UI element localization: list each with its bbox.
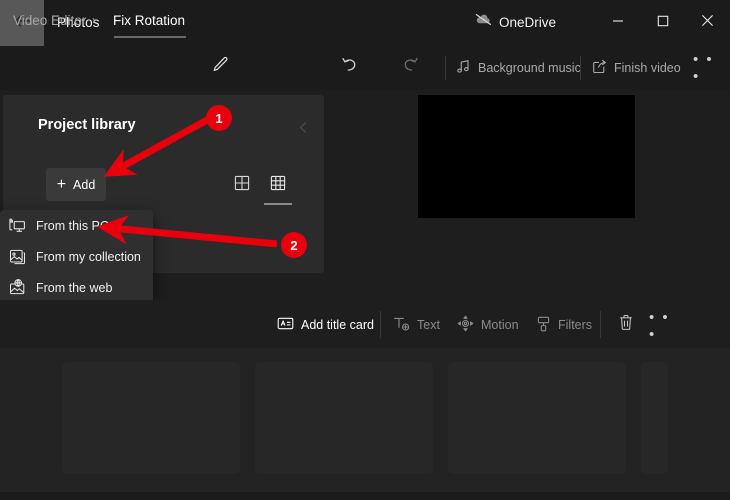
view-large-thumbnails-button[interactable] [228, 171, 256, 199]
onedrive-cloud-offline-icon [475, 13, 492, 31]
minimize-icon [612, 14, 624, 32]
video-surface[interactable] [418, 95, 635, 218]
breadcrumb-underline [114, 36, 186, 38]
background-music-label: Background music [478, 61, 581, 75]
menu-item-from-the-web[interactable]: From the web [0, 272, 153, 303]
onedrive-label: OneDrive [499, 15, 556, 30]
window-controls [595, 0, 730, 46]
add-source-menu: From this PC From my collection [0, 210, 153, 303]
grid-small-icon [270, 175, 286, 196]
rename-project-button[interactable] [205, 52, 235, 82]
breadcrumb-video-editor[interactable]: Video Editor [13, 13, 86, 28]
text-label: Text [417, 318, 440, 332]
undo-icon [340, 56, 359, 80]
command-overflow-button[interactable]: • • • [693, 54, 721, 82]
minimize-button[interactable] [595, 0, 640, 46]
maximize-icon [657, 14, 669, 32]
timeline-divider-2 [600, 311, 601, 338]
pencil-icon [212, 56, 229, 78]
music-note-icon [456, 59, 471, 77]
grid-large-icon [234, 175, 250, 196]
redo-button[interactable] [394, 52, 426, 84]
onedrive-status[interactable]: OneDrive [475, 13, 556, 31]
text-icon [393, 316, 410, 335]
photo-collection-icon [8, 248, 26, 266]
title-bar: Photos OneDrive [0, 0, 730, 46]
add-title-card-label: Add title card [301, 318, 374, 332]
menu-item-from-this-pc[interactable]: From this PC [0, 210, 153, 241]
timeline-divider-1 [380, 311, 381, 338]
filters-label: Filters [558, 318, 592, 332]
motion-icon [457, 315, 474, 335]
timeline-overflow-button[interactable]: • • • [649, 312, 677, 340]
web-image-icon [8, 279, 26, 297]
plus-icon: + [57, 177, 66, 193]
filters-button[interactable]: Filters [536, 314, 592, 336]
command-divider-2 [580, 56, 581, 80]
background-music-button[interactable]: Background music [456, 55, 581, 81]
finish-video-label: Finish video [614, 61, 681, 75]
trash-icon [618, 314, 634, 336]
breadcrumb-current-project[interactable]: Fix Rotation [113, 13, 185, 28]
delete-clip-button[interactable] [613, 312, 639, 338]
motion-label: Motion [481, 318, 519, 332]
storyboard-clip[interactable] [255, 362, 433, 474]
photos-video-editor-window: Photos OneDrive [0, 0, 730, 500]
view-small-thumbnails-button[interactable] [264, 171, 292, 199]
breadcrumb-separator: › [92, 13, 96, 27]
redo-icon [401, 56, 420, 80]
menu-item-label: From this PC [36, 219, 109, 233]
undo-button[interactable] [333, 52, 365, 84]
chevron-left-icon [297, 121, 310, 139]
video-preview-pane: 0:00.00 – 0:00.00 [370, 90, 690, 280]
maximize-button[interactable] [640, 0, 685, 46]
close-button[interactable] [685, 0, 730, 46]
view-small-selected-indicator [264, 203, 292, 205]
storyboard-footer [0, 492, 730, 500]
project-library-title: Project library [38, 117, 136, 133]
storyboard-clip[interactable] [62, 362, 240, 474]
add-button-label: Add [73, 178, 95, 192]
storyboard-clip[interactable] [448, 362, 626, 474]
storyboard-clip[interactable] [641, 362, 668, 474]
close-icon [701, 14, 714, 32]
command-divider-1 [445, 56, 446, 80]
menu-item-label: From my collection [36, 250, 141, 264]
export-share-icon [592, 59, 607, 77]
collapse-library-button[interactable] [290, 117, 316, 143]
title-card-icon [277, 316, 294, 334]
add-button[interactable]: + Add [46, 168, 106, 201]
menu-item-label: From the web [36, 281, 112, 295]
menu-item-from-my-collection[interactable]: From my collection [0, 241, 153, 272]
text-button[interactable]: Text [393, 314, 440, 336]
monitor-pc-icon [8, 217, 26, 235]
finish-video-button[interactable]: Finish video [592, 55, 681, 81]
filters-icon [536, 316, 551, 335]
motion-button[interactable]: Motion [457, 314, 519, 336]
add-title-card-button[interactable]: Add title card [277, 314, 374, 336]
